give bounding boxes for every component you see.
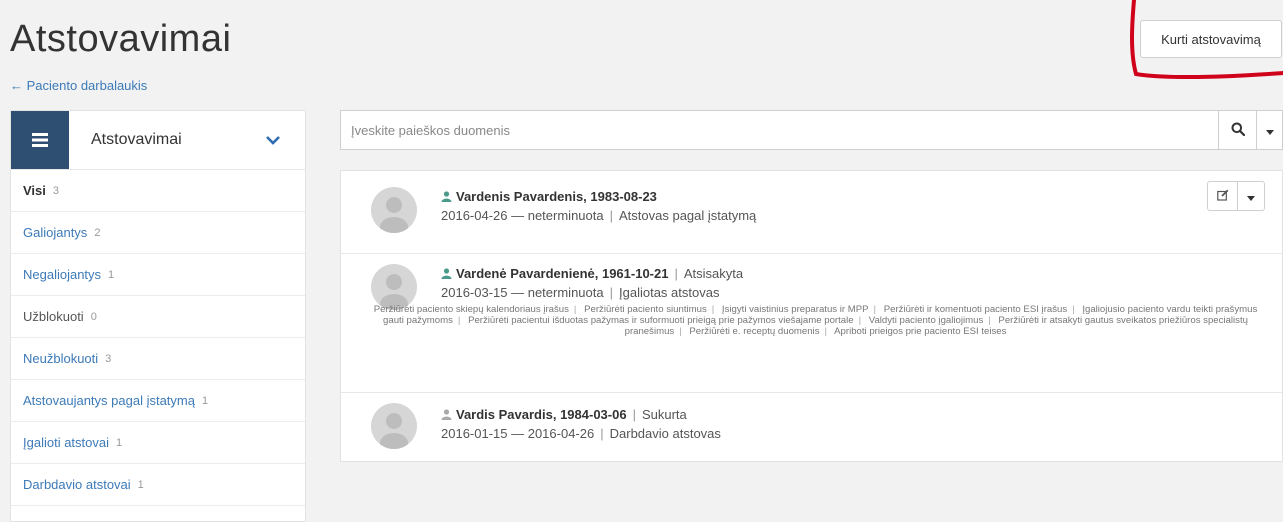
page-title: Atstovavimai xyxy=(10,18,232,60)
list-item[interactable]: Vardenis Pavardenis, 1983-08-23 2016-04-… xyxy=(341,171,1282,254)
permission-item: Peržiūrėti paciento siuntimus xyxy=(584,304,707,315)
sidebar-item-count: 0 xyxy=(90,310,97,323)
entry-period: 2016-04-26 — neterminuota xyxy=(441,208,604,223)
representations-list: Vardenis Pavardenis, 1983-08-23 2016-04-… xyxy=(340,170,1283,462)
sidebar-item-igalioti[interactable]: Įgalioti atstovai 1 xyxy=(11,422,305,464)
caret-down-icon xyxy=(1265,123,1274,138)
entry-period: 2016-03-15 — neterminuota xyxy=(441,285,604,300)
entry-status: Sukurta xyxy=(641,407,687,422)
list-item[interactable]: Vardenė Pavardenienė, 1961-10-21 | Atsisak… xyxy=(341,254,1282,393)
permission-item: Peržiūrėti ir komentuoti paciento ESI įr… xyxy=(883,304,1068,315)
avatar xyxy=(371,187,417,233)
search-options-dropdown[interactable] xyxy=(1256,111,1282,149)
list-item[interactable]: Vardis Pavardis, 1984-03-06 | Sukurta 2016… xyxy=(341,393,1282,463)
edit-button-group xyxy=(1207,181,1265,211)
sidebar-header: Atstovavimai xyxy=(11,111,305,170)
sidebar-item-label: Užblokuoti xyxy=(23,309,84,324)
sidebar-item-label: Negaliojantys xyxy=(23,267,102,282)
person-icon xyxy=(441,408,452,423)
avatar xyxy=(371,403,417,449)
entry-meta: 2016-03-15 — neterminuota | Įgaliotas atst… xyxy=(441,285,720,300)
entry-type: Įgaliotas atstovas xyxy=(619,285,720,300)
permission-item: Apriboti prieigos prie paciento ESI teis… xyxy=(834,326,1007,337)
person-icon xyxy=(441,267,452,282)
sidebar-item-pagal-istatyma[interactable]: Atstovaujantys pagal įstatymą 1 xyxy=(11,380,305,422)
caret-down-icon xyxy=(1247,189,1255,204)
entry-name: Vardis Pavardis, 1984-03-06 | Sukurta xyxy=(441,407,687,423)
entry-type: Atstovas pagal įstatymą xyxy=(619,208,757,223)
sidebar-item-visi[interactable]: Visi 3 xyxy=(11,170,305,212)
permission-item: Valdyti paciento įgaliojimus xyxy=(868,315,984,326)
edit-options-dropdown[interactable] xyxy=(1238,182,1264,210)
sidebar: Atstovavimai Visi 3 Galiojantys 2 Negali… xyxy=(10,110,306,522)
sidebar-item-label: Darbdavio atstovai xyxy=(23,477,131,492)
search-button[interactable] xyxy=(1218,111,1256,149)
sidebar-item-galiojantys[interactable]: Galiojantys 2 xyxy=(11,212,305,254)
entry-name: Vardenė Pavardenienė, 1961-10-21 | Atsisak… xyxy=(441,266,743,282)
chevron-down-icon[interactable] xyxy=(259,126,287,154)
entry-name-text: Vardenė Pavardenienė, 1961-10-21 xyxy=(456,266,669,281)
sidebar-item-darbdavio[interactable]: Darbdavio atstovai 1 xyxy=(11,464,305,506)
entry-meta: 2016-04-26 — neterminuota | Atstovas pagal… xyxy=(441,208,757,223)
entry-name-text: Vardenis Pavardenis, 1983-08-23 xyxy=(456,189,657,204)
sidebar-item-label: Neužblokuoti xyxy=(23,351,99,366)
sidebar-item-uzblokuoti[interactable]: Užblokuoti 0 xyxy=(11,296,305,338)
entry-name-text: Vardis Pavardis, 1984-03-06 xyxy=(456,407,627,422)
sidebar-item-negaliojantys[interactable]: Negaliojantys 1 xyxy=(11,254,305,296)
search-input[interactable] xyxy=(341,111,1218,149)
sidebar-item-label: Įgalioti atstovai xyxy=(23,435,109,450)
create-representation-button[interactable]: Kurti atstovavimą xyxy=(1140,20,1282,58)
permissions-list: Peržiūrėti paciento skiepų kalendoriaus … xyxy=(373,304,1258,337)
entry-meta: 2016-01-15 — 2016-04-26 | Darbdavio atstov… xyxy=(441,426,721,441)
list-icon[interactable] xyxy=(11,111,69,169)
sidebar-item-neuzblokuoti[interactable]: Neužblokuoti 3 xyxy=(11,338,305,380)
permission-item: Įsigyti vaistinius preparatus ir MPP xyxy=(721,304,869,315)
sidebar-item-count: 1 xyxy=(108,268,115,281)
entry-status: Atsisakyta xyxy=(683,266,744,281)
sidebar-item-label: Galiojantys xyxy=(23,225,88,240)
permission-item: Peržiūrėti e. receptų duomenis xyxy=(689,326,820,337)
sidebar-item-count: 1 xyxy=(116,436,123,449)
back-link[interactable]: ← Paciento darbalaukis xyxy=(10,78,147,93)
sidebar-item-count: 3 xyxy=(52,184,60,197)
sidebar-item-count: 1 xyxy=(137,478,144,491)
entry-period: 2016-01-15 — 2016-04-26 xyxy=(441,426,595,441)
search-bar xyxy=(340,110,1283,150)
sidebar-title: Atstovavimai xyxy=(91,131,182,148)
sidebar-item-count: 3 xyxy=(105,352,112,365)
sidebar-item-label: Atstovaujantys pagal įstatymą xyxy=(23,393,195,408)
sidebar-item-label: Visi xyxy=(23,183,46,198)
permission-item: Peržiūrėti paciento skiepų kalendoriaus … xyxy=(373,304,569,315)
entry-name: Vardenis Pavardenis, 1983-08-23 xyxy=(441,189,657,205)
entry-type: Darbdavio atstovas xyxy=(609,426,721,441)
edit-icon xyxy=(1216,189,1229,204)
edit-button[interactable] xyxy=(1208,182,1238,210)
person-icon xyxy=(441,190,452,205)
search-icon xyxy=(1231,122,1245,139)
sidebar-item-count: 1 xyxy=(201,394,209,407)
sidebar-item-count: 2 xyxy=(94,226,101,239)
permission-item: Peržiūrėti pacientui išduotas pažymas ir… xyxy=(468,315,854,326)
